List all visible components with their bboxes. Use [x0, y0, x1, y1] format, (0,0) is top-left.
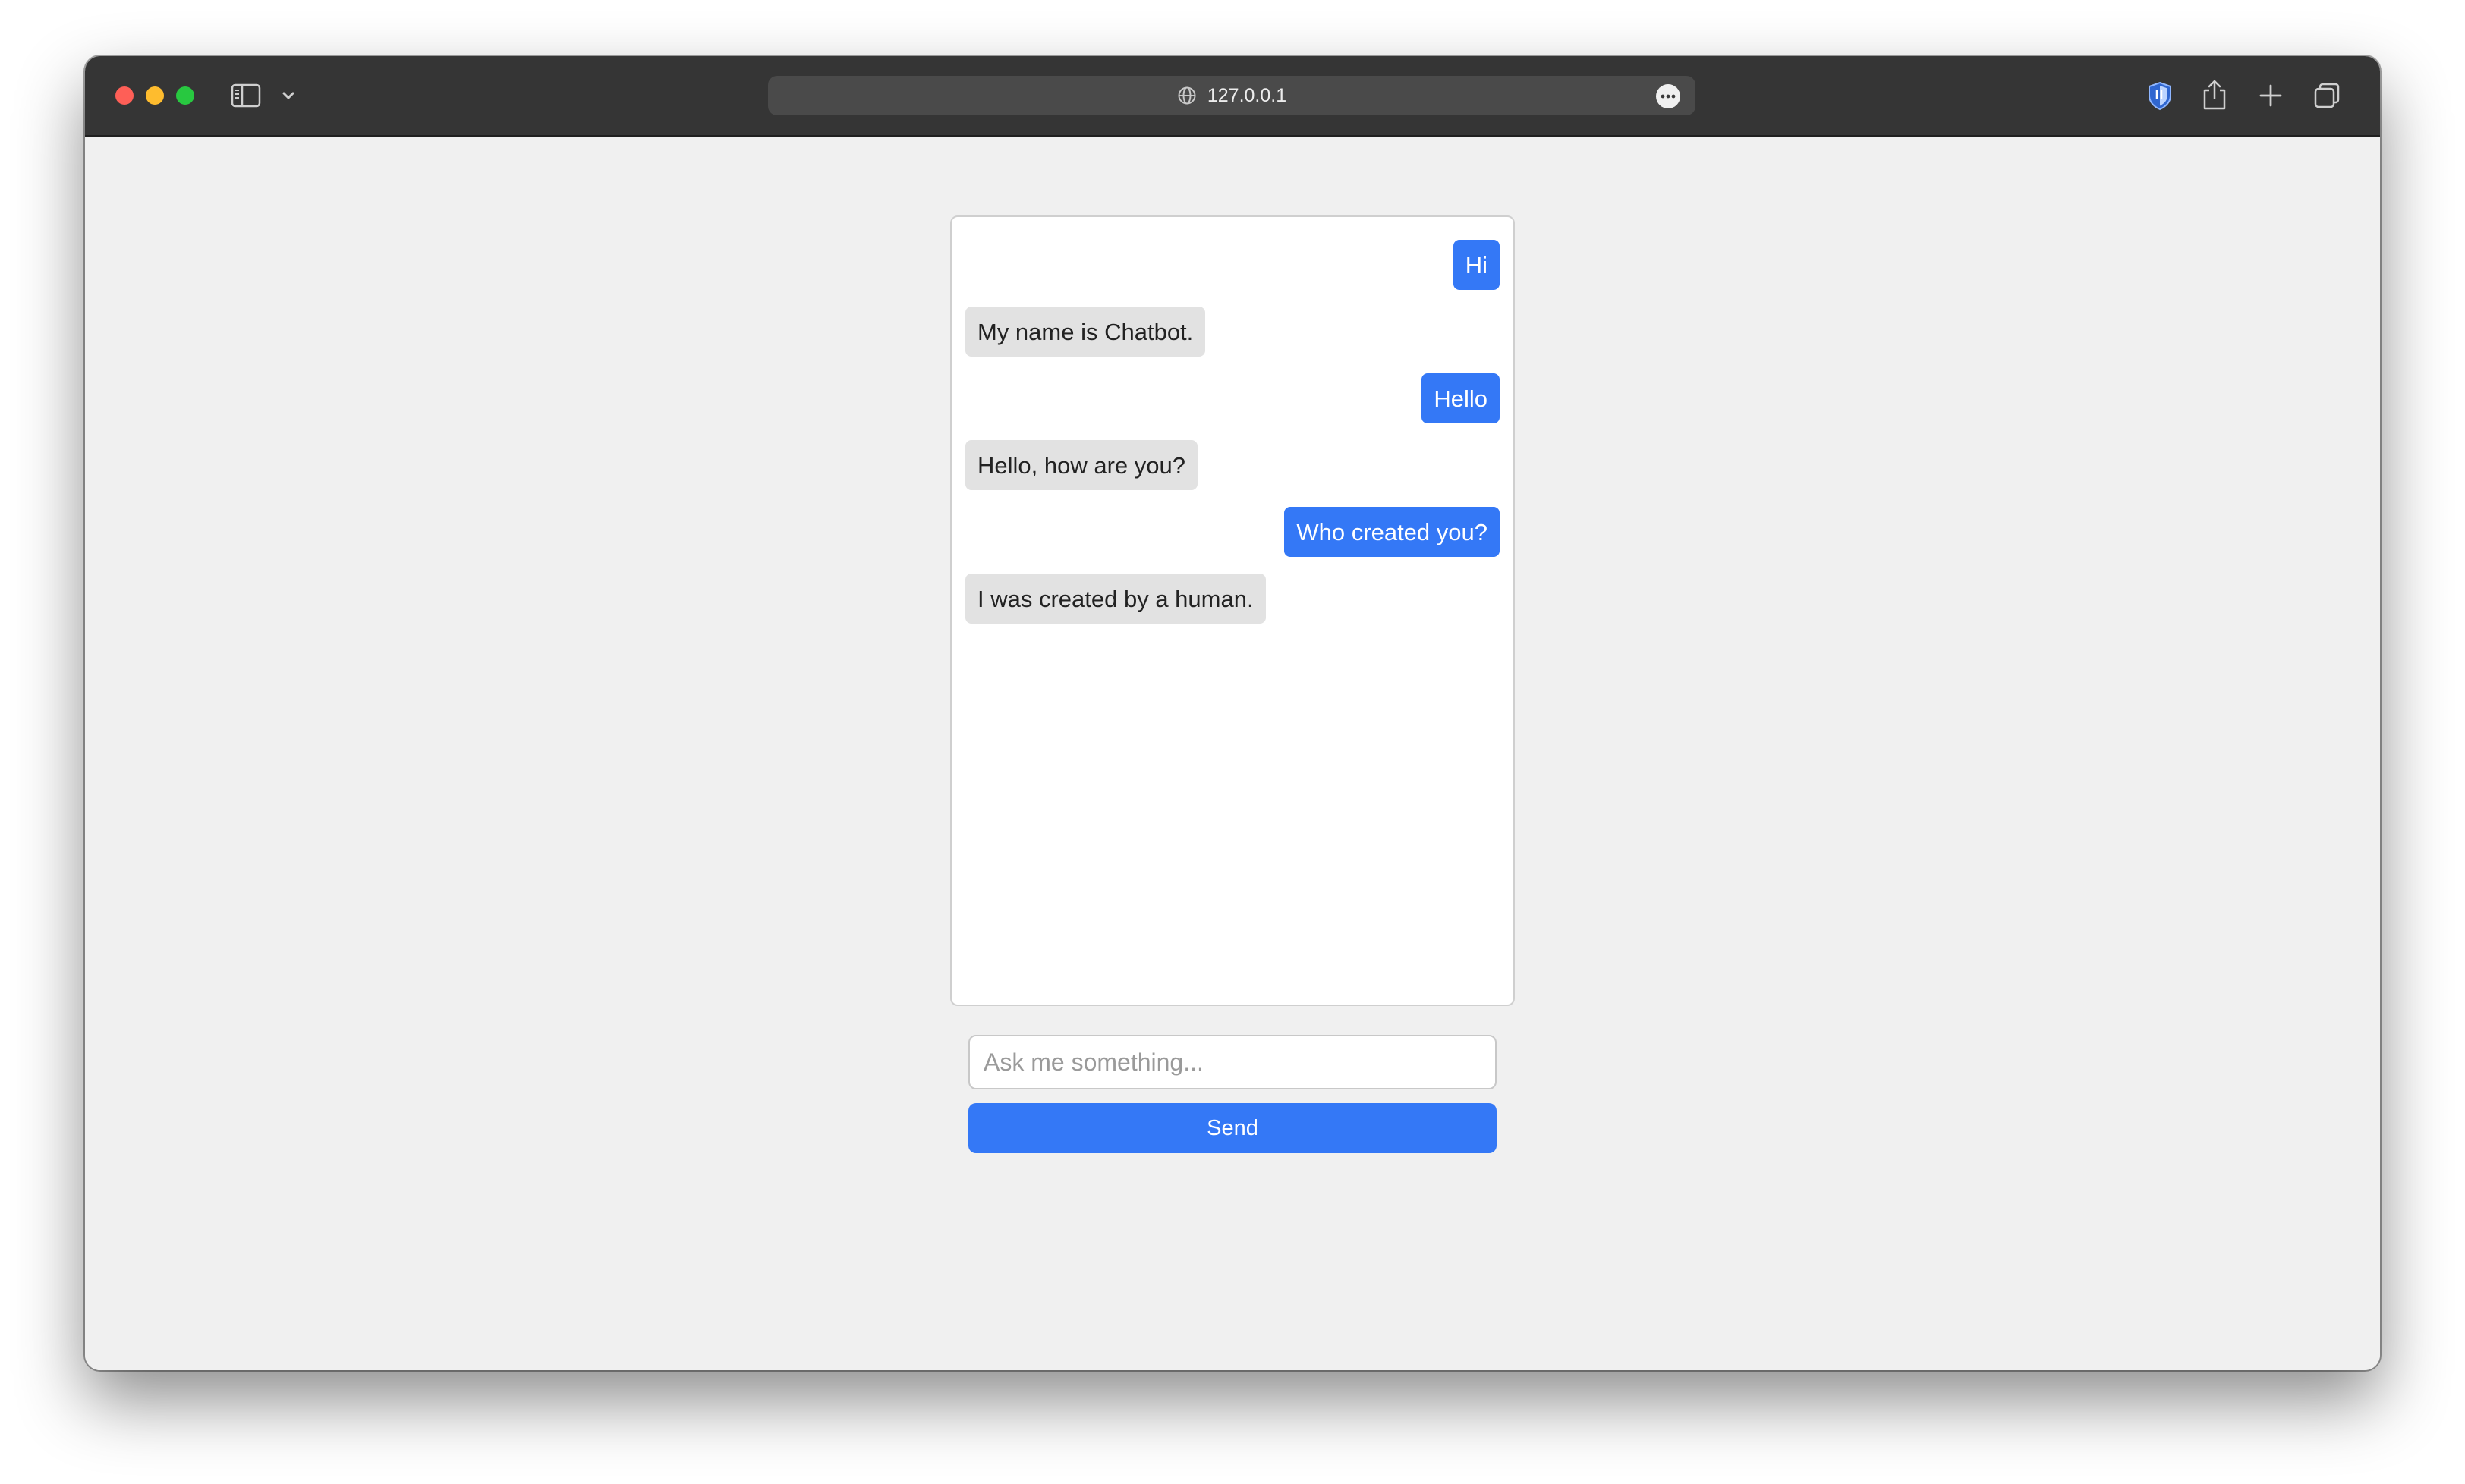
chat-history[interactable]: Hi My name is Chatbot. Hello Hello, how … [950, 215, 1515, 1006]
url-text: 127.0.0.1 [1207, 84, 1287, 106]
address-bar[interactable]: 127.0.0.1 [768, 76, 1695, 115]
globe-icon [1177, 86, 1197, 105]
browser-toolbar: 127.0.0.1 [85, 56, 2380, 137]
more-icon[interactable] [1656, 84, 1680, 108]
bot-message: My name is Chatbot. [965, 307, 1206, 357]
browser-window: 127.0.0.1 Hi My name is Chatbot. Hello H… [85, 56, 2380, 1370]
zoom-window-button[interactable] [176, 86, 194, 105]
share-icon[interactable] [2198, 77, 2231, 112]
page-content: Hi My name is Chatbot. Hello Hello, how … [85, 137, 2380, 1370]
sidebar-icon[interactable] [231, 82, 261, 109]
minimize-window-button[interactable] [146, 86, 164, 105]
user-message: Hi [1453, 240, 1500, 290]
message-input[interactable] [968, 1035, 1497, 1089]
shield-icon[interactable] [2143, 79, 2177, 112]
chevron-down-icon[interactable] [279, 86, 298, 105]
plus-icon[interactable] [2254, 79, 2287, 112]
user-message: Hello [1421, 373, 1500, 423]
bot-message: Hello, how are you? [965, 440, 1198, 490]
tabs-icon[interactable] [2310, 79, 2344, 112]
bot-message: I was created by a human. [965, 574, 1266, 624]
send-button[interactable]: Send [968, 1103, 1497, 1153]
user-message: Who created you? [1284, 507, 1500, 557]
close-window-button[interactable] [115, 86, 134, 105]
